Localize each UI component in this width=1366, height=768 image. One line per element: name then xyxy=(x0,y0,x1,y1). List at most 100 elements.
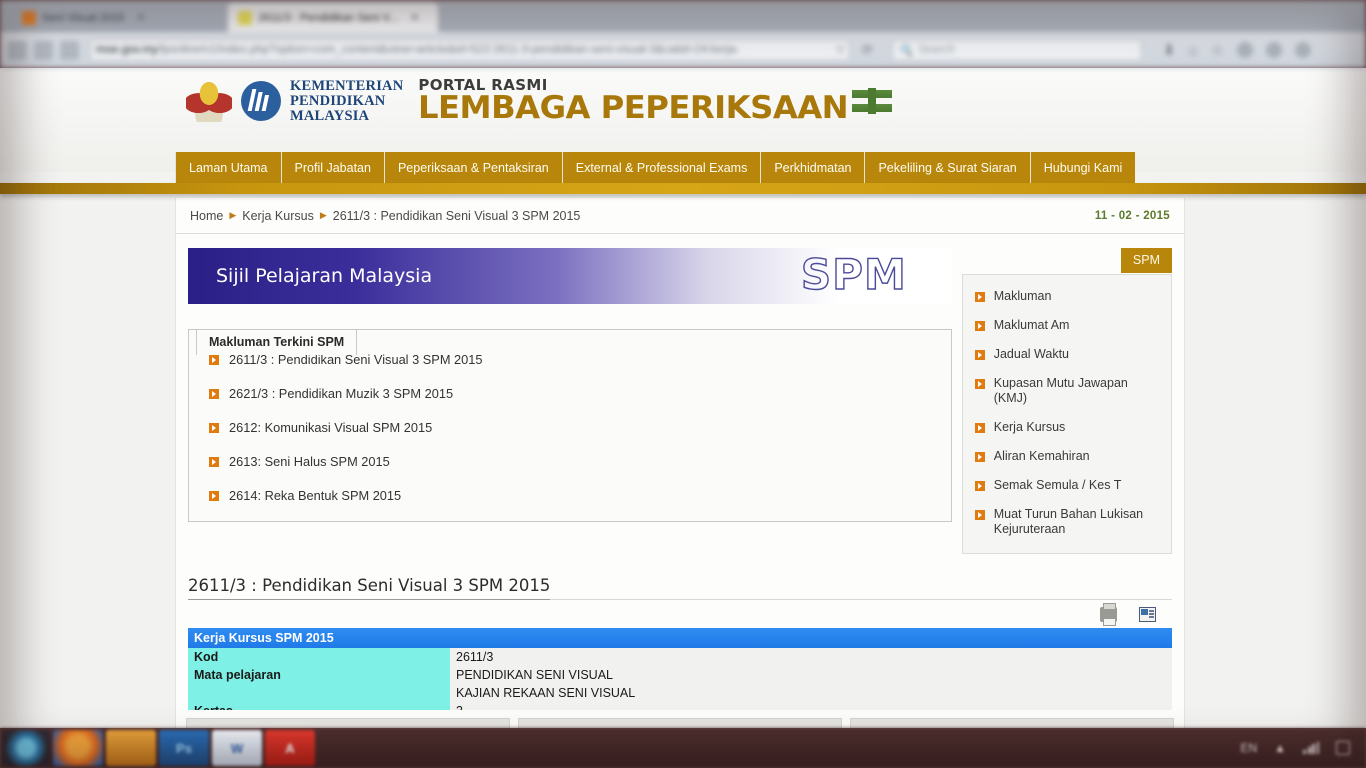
list-item[interactable]: 2613: Seni Halus SPM 2015 xyxy=(209,454,943,469)
bottom-box-sistem-aplikasi-lp[interactable]: Sistem Aplikasi LP xyxy=(518,718,842,728)
sidebar-item-jadual-waktu[interactable]: Jadual Waktu xyxy=(974,347,1163,362)
sidebar-item-aliran-kemahiran[interactable]: Aliran Kemahiran xyxy=(974,449,1163,464)
list-item[interactable]: 2614: Reka Bentuk SPM 2015 xyxy=(209,488,943,503)
nav-item-hubungi-kami[interactable]: Hubungi Kami xyxy=(1031,152,1136,183)
language-indicator[interactable]: EN xyxy=(1240,741,1257,755)
network-signal-icon[interactable] xyxy=(1303,742,1319,754)
nav-item-laman-utama[interactable]: Laman Utama xyxy=(175,152,282,183)
ministry-line-3: MALAYSIA xyxy=(290,107,370,124)
row-label: Kod xyxy=(188,648,450,666)
bullet-arrow-icon xyxy=(209,491,219,501)
ministry-line-1: KEMENTERIAN xyxy=(290,77,404,94)
logo-row: KEMENTERIAN PENDIDIKAN MALAYSIA PORTAL R… xyxy=(186,78,897,124)
nav-items: Laman Utama Profil Jabatan Peperiksaan &… xyxy=(175,152,1136,183)
email-icon[interactable] xyxy=(1139,607,1156,622)
news-item-label: 2613: Seni Halus SPM 2015 xyxy=(229,454,390,469)
tab-close-icon[interactable]: ✕ xyxy=(410,11,419,24)
bullet-arrow-icon xyxy=(974,321,985,331)
sidebar-item-label: Makluman xyxy=(993,289,1052,303)
breadcrumb-row: Home ▶ Kerja Kursus ▶ 2611/3 : Pendidika… xyxy=(176,198,1184,234)
search-input[interactable]: 🔍 Search xyxy=(891,39,1142,61)
page-viewport: mycartoonnizz KEMENTERIAN PENDIDIKAN MAL… xyxy=(0,68,1366,728)
print-icon[interactable] xyxy=(1100,603,1117,626)
back-button[interactable] xyxy=(8,40,27,60)
bullet-arrow-icon xyxy=(974,452,985,462)
sidebar-item-kupasan-mutu-jawapan[interactable]: Kupasan Mutu Jawapan (KMJ) xyxy=(974,376,1163,406)
lembaga-peperiksaan-seal-icon xyxy=(847,80,897,122)
banner-title: Sijil Pelajaran Malaysia xyxy=(216,265,433,287)
address-bar[interactable]: moe.gov.my /lponline/v1/index.php?option… xyxy=(90,39,850,61)
home-icon[interactable]: ⌂ xyxy=(1188,42,1197,59)
nav-item-pekeliling-surat-siaran[interactable]: Pekeliling & Surat Siaran xyxy=(865,152,1031,183)
sidebar-item-label: Jadual Waktu xyxy=(993,347,1070,361)
photoshop-icon[interactable]: Ps xyxy=(159,730,209,766)
library-icon[interactable] xyxy=(1237,42,1253,58)
bullet-arrow-icon xyxy=(974,350,985,360)
account-icon[interactable] xyxy=(1266,42,1282,58)
stop-button[interactable] xyxy=(60,40,79,60)
nav-item-profil-jabatan[interactable]: Profil Jabatan xyxy=(282,152,385,183)
tab-close-icon[interactable]: ✕ xyxy=(136,11,145,24)
article-action-icons xyxy=(188,600,1172,628)
news-item-label: 2614: Reka Bentuk SPM 2015 xyxy=(229,488,402,503)
table-row: Mata pelajaran PENDIDIKAN SENI VISUAL xyxy=(188,666,1172,684)
breadcrumb-item-kerja-kursus[interactable]: Kerja Kursus xyxy=(242,209,314,223)
show-hidden-icons-arrow[interactable]: ▲ xyxy=(1274,741,1286,755)
table-row: Kod 2611/3 xyxy=(188,648,1172,666)
bullet-arrow-icon xyxy=(209,457,219,467)
spm-logo-text: SPM xyxy=(800,249,907,299)
browser-navigation-bar: moe.gov.my /lponline/v1/index.php?option… xyxy=(0,32,1366,68)
start-button[interactable] xyxy=(2,730,50,766)
tab-title: 2611/3 : Pendidikan Seni V... xyxy=(258,11,399,24)
feed-reader-icon[interactable] xyxy=(106,730,156,766)
download-icon[interactable]: ⬇ xyxy=(1163,41,1176,59)
breadcrumb-item-home[interactable]: Home xyxy=(190,209,223,223)
sidebar-item-semak-semula-kes-t[interactable]: Semak Semula / Kes T xyxy=(974,478,1163,493)
row-label xyxy=(188,684,450,702)
word-icon[interactable]: W xyxy=(212,730,262,766)
sidebar-item-label: Kerja Kursus xyxy=(993,420,1066,434)
sidebar-item-label: Kupasan Mutu Jawapan (KMJ) xyxy=(993,376,1128,405)
sidebar-item-kerja-kursus[interactable]: Kerja Kursus xyxy=(974,420,1163,435)
chevron-down-icon[interactable]: ▽ xyxy=(830,45,844,56)
bottom-links-row: Muat Turun Sistem Aplikasi LP Portal & A… xyxy=(175,710,1185,728)
forward-button[interactable] xyxy=(34,40,53,60)
lembaga-peperiksaan-title: LEMBAGA PEPERIKSAAN xyxy=(418,90,849,126)
browser-tab-2[interactable]: 2611/3 : Pendidikan Seni V... ✕ xyxy=(228,3,438,32)
tab-makluman-terkini-spm[interactable]: Makluman Terkini SPM xyxy=(196,329,358,355)
search-icon: 🔍 xyxy=(898,45,914,57)
tab-title: Seni Visual 2015 xyxy=(42,11,125,24)
table-header-label: Kerja Kursus SPM 2015 xyxy=(188,628,1172,648)
sidebar-item-muat-turun-bahan-lukisan[interactable]: Muat Turun Bahan Lukisan Kejuruteraan xyxy=(974,507,1163,537)
table-row: KAJIAN REKAAN SENI VISUAL xyxy=(188,684,1172,702)
breadcrumb-separator-icon: ▶ xyxy=(319,210,327,220)
pdf-icon[interactable]: A xyxy=(265,730,315,766)
reload-icon[interactable]: ⟳ xyxy=(862,42,873,58)
bookmark-star-icon[interactable]: ☆ xyxy=(1211,41,1224,59)
bottom-box-muat-turun[interactable]: Muat Turun xyxy=(186,718,510,728)
tab-strip: Seni Visual 2015 ✕ 2611/3 : Pendidikan S… xyxy=(0,0,1366,32)
nav-item-peperiksaan-pentaksiran[interactable]: Peperiksaan & Pentaksiran xyxy=(385,152,563,183)
sidebar-item-label: Semak Semula / Kes T xyxy=(993,478,1122,492)
sidebar-item-makluman[interactable]: Makluman xyxy=(974,289,1163,304)
main-area: Sijil Pelajaran Malaysia SPM Makluman Te… xyxy=(176,234,1184,554)
sidebar-item-maklumat-am[interactable]: Maklumat Am xyxy=(974,318,1163,333)
action-center-icon[interactable] xyxy=(1336,741,1350,755)
gold-divider xyxy=(0,183,1366,194)
breadcrumb: Home ▶ Kerja Kursus ▶ 2611/3 : Pendidika… xyxy=(190,209,580,223)
sidebar-item-label: Maklumat Am xyxy=(993,318,1070,332)
list-item[interactable]: 2612: Komunikasi Visual SPM 2015 xyxy=(209,420,943,435)
nav-item-perkhidmatan[interactable]: Perkhidmatan xyxy=(761,152,866,183)
firefox-icon[interactable] xyxy=(53,730,103,766)
browser-tab-1[interactable]: Seni Visual 2015 ✕ xyxy=(12,3,224,32)
list-item[interactable]: 2621/3 : Pendidikan Muzik 3 SPM 2015 xyxy=(209,386,943,401)
table-header-row: Kerja Kursus SPM 2015 xyxy=(188,628,1172,648)
menu-icon[interactable] xyxy=(1295,42,1311,58)
url-path: /lponline/v1/index.php?option=com_conten… xyxy=(157,44,740,56)
bottom-box-portal-aplikasi-gov[interactable]: Portal & Aplikasi .GOV xyxy=(850,718,1174,728)
article-section: 2611/3 : Pendidikan Seni Visual 3 SPM 20… xyxy=(188,576,1172,728)
left-column: Sijil Pelajaran Malaysia SPM Makluman Te… xyxy=(188,248,952,554)
nav-item-external-professional-exams[interactable]: External & Professional Exams xyxy=(563,152,762,183)
sidebar-tab-spm[interactable]: SPM xyxy=(1120,248,1172,273)
kpm-logo-icon xyxy=(241,81,281,121)
